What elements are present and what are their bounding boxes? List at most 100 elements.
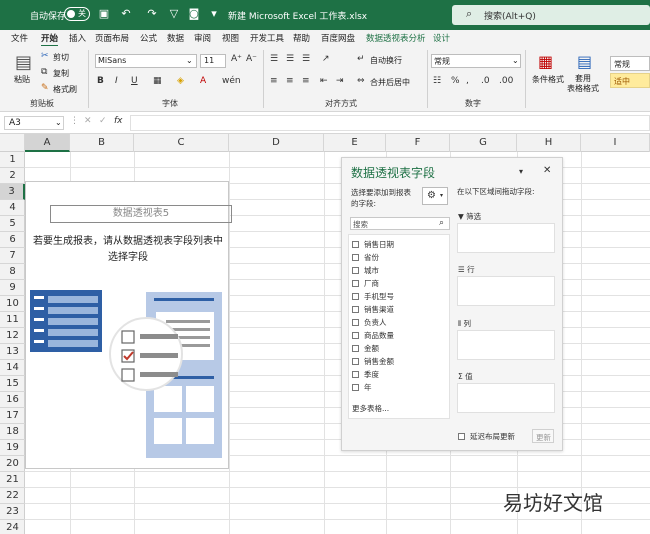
row-header[interactable]: 19	[0, 440, 25, 456]
field-item[interactable]: 金额	[352, 343, 379, 355]
layout-settings-button[interactable]: ⚙ ▾	[422, 187, 448, 205]
column-header-g[interactable]: G	[450, 134, 517, 152]
undo-icon[interactable]: ↶	[118, 6, 134, 22]
tab-file[interactable]: 文件	[11, 32, 28, 44]
italic-icon[interactable]: I	[115, 76, 118, 86]
style-normal[interactable]: 常规	[610, 56, 650, 71]
field-item[interactable]: 商品数量	[352, 330, 394, 342]
column-header-b[interactable]: B	[70, 134, 134, 152]
align-right-icon[interactable]: ≡	[302, 76, 310, 86]
row-header[interactable]: 22	[0, 488, 25, 504]
close-icon[interactable]: ✕	[543, 165, 551, 176]
filter-area[interactable]	[457, 223, 555, 253]
tab-home[interactable]: 开始	[41, 32, 59, 47]
row-header[interactable]: 13	[0, 344, 25, 360]
row-header[interactable]: 1	[0, 152, 25, 168]
tab-page-layout[interactable]: 页面布局	[95, 32, 129, 44]
column-header-e[interactable]: E	[324, 134, 386, 152]
field-item[interactable]: 销售渠道	[352, 304, 394, 316]
row-header[interactable]: 7	[0, 248, 25, 264]
autosave-toggle[interactable]: 关	[64, 7, 90, 21]
align-middle-icon[interactable]: ☰	[286, 54, 294, 64]
row-header[interactable]: 14	[0, 360, 25, 376]
cut-button[interactable]: 剪切	[53, 52, 69, 63]
column-header-f[interactable]: F	[386, 134, 450, 152]
row-header[interactable]: 24	[0, 520, 25, 534]
phonetic-icon[interactable]: wén	[222, 76, 241, 86]
row-header[interactable]: 4	[0, 200, 25, 216]
wrap-text-button[interactable]: 自动换行	[370, 55, 402, 66]
decrease-indent-icon[interactable]: ⇤	[320, 76, 328, 86]
row-header[interactable]: 18	[0, 424, 25, 440]
row-header[interactable]: 3	[0, 184, 25, 200]
row-header[interactable]: 11	[0, 312, 25, 328]
number-format-select[interactable]: 常规 ⌄	[431, 54, 521, 68]
camera-icon[interactable]: ◙	[186, 6, 202, 22]
column-header-a[interactable]: A	[25, 134, 70, 152]
percent-icon[interactable]: %	[451, 76, 460, 86]
field-item[interactable]: 厂商	[352, 278, 379, 290]
redo-icon[interactable]: ↷	[144, 6, 160, 22]
align-bottom-icon[interactable]: ☰	[302, 54, 310, 64]
tab-view[interactable]: 视图	[222, 32, 239, 44]
column-header-i[interactable]: I	[581, 134, 650, 152]
comma-icon[interactable]: ,	[466, 76, 469, 86]
select-all-corner[interactable]	[0, 134, 25, 152]
values-area[interactable]	[457, 383, 555, 413]
row-header[interactable]: 6	[0, 232, 25, 248]
increase-font-icon[interactable]: A⁺	[231, 54, 242, 64]
row-header[interactable]: 20	[0, 456, 25, 472]
paste-button[interactable]: 粘贴	[14, 74, 30, 85]
tab-design[interactable]: 设计	[433, 32, 450, 44]
formula-input[interactable]	[130, 115, 650, 131]
conditional-format-button[interactable]: 条件格式	[532, 74, 564, 85]
search-box[interactable]: ⌕ 搜索(Alt+Q)	[452, 5, 650, 25]
format-painter-button[interactable]: 格式刷	[53, 84, 77, 95]
insert-function-icon[interactable]: fx	[114, 116, 123, 126]
tab-baidu[interactable]: 百度网盘	[321, 32, 355, 44]
row-header[interactable]: 12	[0, 328, 25, 344]
more-icon[interactable]: ▾	[206, 6, 222, 22]
name-box[interactable]: A3 ⌄	[4, 116, 64, 130]
row-header[interactable]: 8	[0, 264, 25, 280]
field-item[interactable]: 销售金额	[352, 356, 394, 368]
copy-button[interactable]: 复制	[53, 68, 69, 79]
update-button[interactable]: 更新	[532, 429, 554, 443]
rows-area[interactable]	[457, 276, 555, 306]
font-size-select[interactable]: 11	[200, 54, 226, 68]
merge-center-button[interactable]: 合并后居中	[370, 77, 410, 88]
row-header[interactable]: 23	[0, 504, 25, 520]
more-tables-link[interactable]: 更多表格...	[352, 403, 389, 414]
row-header[interactable]: 5	[0, 216, 25, 232]
tab-data[interactable]: 数据	[167, 32, 184, 44]
bold-icon[interactable]: B	[97, 76, 104, 86]
field-item[interactable]: 季度	[352, 369, 379, 381]
enter-icon[interactable]: ✓	[99, 116, 107, 126]
columns-area[interactable]	[457, 330, 555, 360]
align-left-icon[interactable]: ≡	[270, 76, 278, 86]
align-center-icon[interactable]: ≡	[286, 76, 294, 86]
orientation-icon[interactable]: ↗	[322, 54, 330, 64]
row-header[interactable]: 9	[0, 280, 25, 296]
save-icon[interactable]: ▣	[96, 6, 112, 22]
row-header[interactable]: 15	[0, 376, 25, 392]
column-header-c[interactable]: C	[134, 134, 229, 152]
cancel-icon[interactable]: ✕	[84, 116, 92, 126]
field-item[interactable]: 年	[352, 382, 372, 394]
style-neutral[interactable]: 适中	[610, 73, 650, 88]
row-header[interactable]: 16	[0, 392, 25, 408]
fill-color-icon[interactable]: ◈	[177, 76, 184, 86]
tab-insert[interactable]: 插入	[69, 32, 86, 44]
border-icon[interactable]: ▦	[153, 76, 162, 86]
pane-options-icon[interactable]: ▾	[519, 167, 523, 176]
filter-icon[interactable]: ▽	[166, 6, 182, 22]
increase-indent-icon[interactable]: ⇥	[336, 76, 344, 86]
font-color-icon[interactable]: A	[200, 76, 206, 86]
row-header[interactable]: 2	[0, 168, 25, 184]
column-header-h[interactable]: H	[517, 134, 581, 152]
field-item[interactable]: 省份	[352, 252, 379, 264]
row-header[interactable]: 10	[0, 296, 25, 312]
tab-developer[interactable]: 开发工具	[250, 32, 284, 44]
field-item[interactable]: 手机型号	[352, 291, 394, 303]
row-header[interactable]: 17	[0, 408, 25, 424]
